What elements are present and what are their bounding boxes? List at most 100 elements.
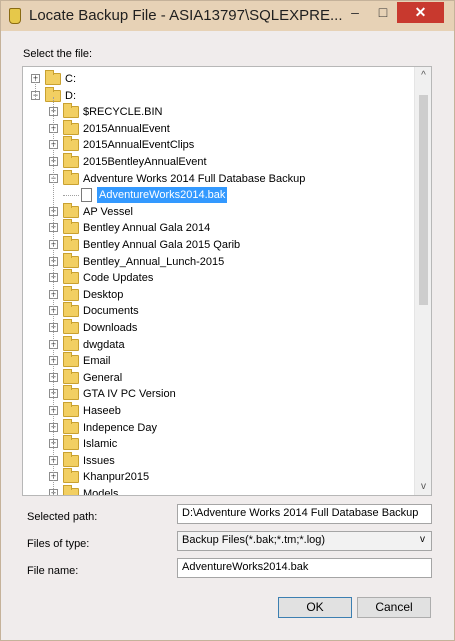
database-icon <box>9 8 21 24</box>
tree-item-label: $RECYCLE.BIN <box>83 106 163 119</box>
close-button[interactable]: ✕ <box>397 2 444 23</box>
folder-icon <box>45 70 61 85</box>
files-of-type-label: Files of type: <box>27 538 90 550</box>
tree-item-label: Khanpur2015 <box>83 471 150 484</box>
tree-item-label: Email <box>83 355 111 368</box>
selected-file-label: AdventureWorks2014.bak <box>97 187 228 204</box>
tree-item-label: Issues <box>83 454 115 467</box>
tree-item-label: Desktop <box>83 288 124 301</box>
folder-icon <box>63 169 79 185</box>
tree-folder-item[interactable]: + C: <box>23 70 413 87</box>
folder-icon <box>63 418 79 434</box>
tree-folder-item[interactable]: +2015AnnualEvent <box>23 119 413 137</box>
tree-folder-item[interactable]: +2015AnnualEventClips <box>23 136 413 153</box>
tree-item-label: D: <box>65 89 76 102</box>
title-bar[interactable]: Locate Backup File - ASIA13797\SQLEXPRE.… <box>1 1 454 31</box>
folder-icon <box>63 302 79 318</box>
folder-icon <box>63 451 79 467</box>
tree-connector <box>53 97 54 495</box>
tree-item-label: Bentley_Annual_Lunch-2015 <box>83 255 225 268</box>
tree-item-label: 2015BentleyAnnualEvent <box>83 156 207 168</box>
tree-folder-item[interactable]: +2015BentleyAnnualEvent <box>23 153 413 170</box>
tree-item-label: Models <box>83 488 119 496</box>
tree-folder-item[interactable]: + Downloads <box>23 319 413 336</box>
maximize-button[interactable]: □ <box>370 2 396 23</box>
folder-icon <box>63 219 79 235</box>
tree-item-label: Indepence Day <box>83 421 157 434</box>
tree-folder-item[interactable]: + Bentley Annual Gala 2014 <box>23 219 413 236</box>
select-file-label: Select the file: <box>23 48 93 60</box>
tree-item-label: 2015AnnualEventClips <box>83 139 195 152</box>
scrollbar-thumb[interactable] <box>419 95 428 305</box>
tree-folder-item[interactable]: + Desktop <box>23 285 413 303</box>
tree-item-label: Islamic <box>83 438 118 451</box>
chevron-down-icon[interactable]: v <box>415 478 431 495</box>
tree-folder-item[interactable]: + $RECYCLE.BIN <box>23 103 413 120</box>
tree-folder-item[interactable]: + Code Updates <box>23 269 413 286</box>
tree-item-label: dwgdata <box>83 338 125 351</box>
tree-item-label: C: <box>65 73 76 85</box>
tree-folder-item[interactable]: + dwgdata <box>23 335 413 353</box>
folder-icon <box>63 435 79 451</box>
tree-folder-item[interactable]: + Khanpur2015 <box>23 468 413 485</box>
folder-icon <box>63 236 79 251</box>
tree-item-label: Downloads <box>83 322 138 334</box>
folder-icon <box>63 402 79 417</box>
folder-icon <box>63 269 79 285</box>
tree-folder-item[interactable]: + General <box>23 368 413 386</box>
tree-folder-item[interactable]: − D: <box>23 86 413 104</box>
window-title: Locate Backup File - ASIA13797\SQLEXPRE.… <box>29 7 343 24</box>
tree-file-item[interactable]: AdventureWorks2014.bak <box>23 187 413 204</box>
locate-backup-file-dialog: Locate Backup File - ASIA13797\SQLEXPRE.… <box>0 0 455 641</box>
folder-icon <box>63 385 79 401</box>
tree-item-label: General <box>83 371 123 384</box>
file-icon <box>81 188 92 203</box>
selected-path-field[interactable]: D:\Adventure Works 2014 Full Database Ba… <box>177 504 432 524</box>
tree-item-label: Documents <box>83 305 139 318</box>
folder-icon <box>63 103 79 119</box>
minimize-button[interactable]: – <box>342 2 368 23</box>
cancel-button[interactable]: Cancel <box>357 597 431 618</box>
tree-item-label: Haseeb <box>83 405 121 417</box>
chevron-up-icon[interactable]: ^ <box>415 67 431 84</box>
file-name-label: File name: <box>27 565 79 577</box>
tree-folder-item[interactable]: + Indepence Day <box>23 418 413 436</box>
tree-folder-item[interactable]: + Bentley Annual Gala 2015 Qarib <box>23 236 413 253</box>
folder-icon <box>63 335 79 351</box>
tree-item-label: Bentley Annual Gala 2015 Qarib <box>83 239 241 251</box>
file-name-field[interactable]: AdventureWorks2014.bak <box>177 558 432 578</box>
folder-icon <box>63 468 79 484</box>
tree-item-label: Code Updates <box>83 272 154 285</box>
folder-icon <box>63 352 79 368</box>
vertical-scrollbar[interactable]: ^ v <box>414 67 431 495</box>
tree-item-label: Bentley Annual Gala 2014 <box>83 222 211 235</box>
tree-folder-item[interactable]: + AP Vessel <box>23 202 413 220</box>
tree-item-label: GTA IV PC Version <box>83 388 176 401</box>
tree-item-label: 2015AnnualEvent <box>83 122 170 135</box>
tree-folder-item[interactable]: + Bentley_Annual_Lunch-2015 <box>23 252 413 270</box>
tree-folder-item[interactable]: − Adventure Works 2014 Full Database Back… <box>23 169 413 187</box>
tree-item-label: Adventure Works 2014 Full Database Backu… <box>83 172 306 185</box>
tree-folder-item[interactable]: + Issues <box>23 451 413 469</box>
folder-icon <box>63 368 79 384</box>
selected-path-label: Selected path: <box>27 511 98 523</box>
folder-icon <box>63 252 79 268</box>
tree-folder-item[interactable]: + GTA IV PC Version <box>23 385 413 402</box>
folder-icon <box>63 202 79 218</box>
file-tree[interactable]: + C: − D: + $RECYCLE.BIN +2015AnnualEvent +2015… <box>22 66 432 496</box>
chevron-down-icon: v <box>420 534 425 545</box>
files-of-type-select[interactable]: Backup Files(*.bak;*.tm;*.log) v <box>177 531 432 551</box>
folder-icon <box>63 153 79 168</box>
tree-folder-item[interactable]: + Islamic <box>23 435 413 452</box>
folder-icon <box>63 319 79 334</box>
tree-folder-item[interactable]: + Email <box>23 352 413 369</box>
files-of-type-value: Backup Files(*.bak;*.tm;*.log) <box>182 534 326 546</box>
folder-icon <box>63 485 79 495</box>
tree-item-label: AP Vessel <box>83 205 133 218</box>
tree-folder-item[interactable]: + Models <box>23 485 413 496</box>
folder-icon <box>63 136 79 152</box>
tree-folder-item[interactable]: + Documents <box>23 302 413 319</box>
folder-icon <box>63 285 79 301</box>
tree-folder-item[interactable]: + Haseeb <box>23 402 413 419</box>
ok-button[interactable]: OK <box>278 597 352 618</box>
